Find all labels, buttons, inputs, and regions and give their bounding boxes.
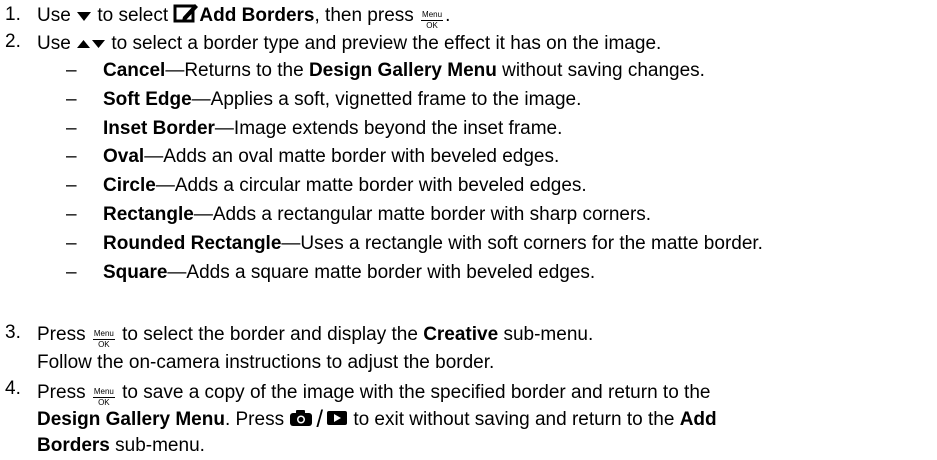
option-description: Adds an oval matte border with beveled e… — [163, 146, 560, 167]
step-1-text-b: to select — [97, 5, 169, 26]
step-1-text-a: Use — [37, 5, 71, 26]
camera-icon — [290, 410, 313, 426]
option-em-dash: — — [214, 118, 234, 139]
option-name: Square — [103, 262, 168, 283]
up-down-arrows-icon — [77, 40, 106, 48]
option-name: Rectangle — [103, 204, 194, 225]
option-em-dash: — — [191, 89, 211, 110]
step-4-number: 4. — [5, 378, 21, 399]
option-item: Square—Adds a square matte border with b… — [103, 261, 595, 285]
option-dash: – — [66, 233, 77, 254]
option-dash: – — [66, 60, 77, 81]
option-description: Applies a soft, vignetted frame to the i… — [210, 89, 582, 110]
menu-ok-icon: Menu OK — [92, 329, 115, 349]
option-dash: – — [66, 175, 77, 196]
option-em-dash: — — [144, 146, 164, 167]
step-1: Use to select Add Borders, then press Me… — [37, 3, 450, 30]
option-name: Cancel — [103, 60, 166, 81]
option-description: Returns to the — [184, 60, 304, 81]
step-4: Press Menu OK to save a copy of the image… — [37, 381, 710, 407]
step-4-line-2-text-a: . Press — [224, 409, 285, 430]
option-name: Inset Border — [103, 118, 215, 139]
option-em-dash: — — [193, 204, 213, 225]
step-3-line-2: Follow the on-camera instructions to adj… — [37, 352, 495, 373]
option-description: Image extends beyond the inset frame. — [233, 118, 563, 139]
option-description-bold: Design Gallery Menu — [308, 60, 497, 81]
step-4-line-2-text-b: to exit without saving and return to the — [353, 409, 675, 430]
option-name: Rounded Rectangle — [103, 233, 282, 254]
add-label: Add — [679, 409, 717, 430]
design-gallery-menu-label: Design Gallery Menu — [37, 409, 225, 430]
step-2-text-b: to select a border type and preview the … — [111, 33, 662, 54]
step-4-text-a: Press — [37, 382, 86, 403]
option-description: Adds a rectangular matte border with sha… — [212, 204, 652, 225]
option-name: Oval — [103, 146, 145, 167]
step-3: Press Menu OK to select the border and di… — [37, 323, 593, 349]
slash: / — [316, 406, 324, 433]
step-3-text-b: to select the border and display the — [122, 324, 418, 345]
step-4-line-3: Borders sub-menu. — [37, 434, 205, 458]
option-item: Soft Edge—Applies a soft, vignetted fram… — [103, 88, 581, 112]
option-item: Rectangle—Adds a rectangular matte borde… — [103, 203, 651, 227]
step-3-text-a: Press — [37, 324, 86, 345]
borders-label: Borders — [37, 435, 110, 456]
step-2: Use to select a border type and preview … — [37, 32, 661, 56]
down-arrow-icon — [77, 12, 92, 21]
option-name: Soft Edge — [103, 89, 192, 110]
option-em-dash: — — [167, 262, 187, 283]
step-1-number: 1. — [5, 4, 21, 25]
step-4-text-b: to save a copy of the image with the spe… — [122, 382, 711, 403]
creative-label: Creative — [423, 324, 499, 345]
option-description-end: without saving changes. — [502, 60, 705, 81]
option-dash: – — [66, 89, 77, 110]
step-3-number: 3. — [5, 322, 21, 343]
option-dash: – — [66, 146, 77, 167]
step-1-text-d: . — [445, 5, 451, 26]
option-item: Oval—Adds an oval matte border with beve… — [103, 145, 559, 169]
option-item: Circle—Adds a circular matte border with… — [103, 174, 587, 198]
step-1-text-c: , then press — [314, 5, 414, 26]
add-borders-icon — [173, 4, 199, 23]
step-2-text-a: Use — [37, 33, 71, 54]
option-item: Inset Border—Image extends beyond the in… — [103, 117, 562, 141]
step-2-number: 2. — [5, 31, 21, 52]
option-item: Cancel—Returns to the Design Gallery Men… — [103, 59, 705, 83]
menu-ok-icon: Menu OK — [92, 387, 115, 407]
step-3-text-c: sub-menu. — [503, 324, 594, 345]
step-4-line-3-text: sub-menu. — [115, 435, 205, 456]
option-description: Adds a circular matte border with bevele… — [174, 175, 587, 196]
option-description: Uses a rectangle with soft corners for t… — [300, 233, 763, 254]
option-dash: – — [66, 262, 77, 283]
option-em-dash: — — [165, 60, 185, 81]
option-dash: – — [66, 204, 77, 225]
add-borders-label: Add Borders — [199, 5, 315, 26]
option-name: Circle — [103, 175, 156, 196]
option-description: Adds a square matte border with beveled … — [186, 262, 596, 283]
option-item: Rounded Rectangle—Uses a rectangle with … — [103, 232, 763, 256]
option-dash: – — [66, 118, 77, 139]
menu-ok-icon: Menu OK — [421, 10, 444, 30]
option-em-dash: — — [281, 233, 301, 254]
step-4-line-2: Design Gallery Menu. Press / to exit wit… — [37, 408, 717, 432]
option-em-dash: — — [155, 175, 175, 196]
playback-icon — [327, 411, 348, 425]
